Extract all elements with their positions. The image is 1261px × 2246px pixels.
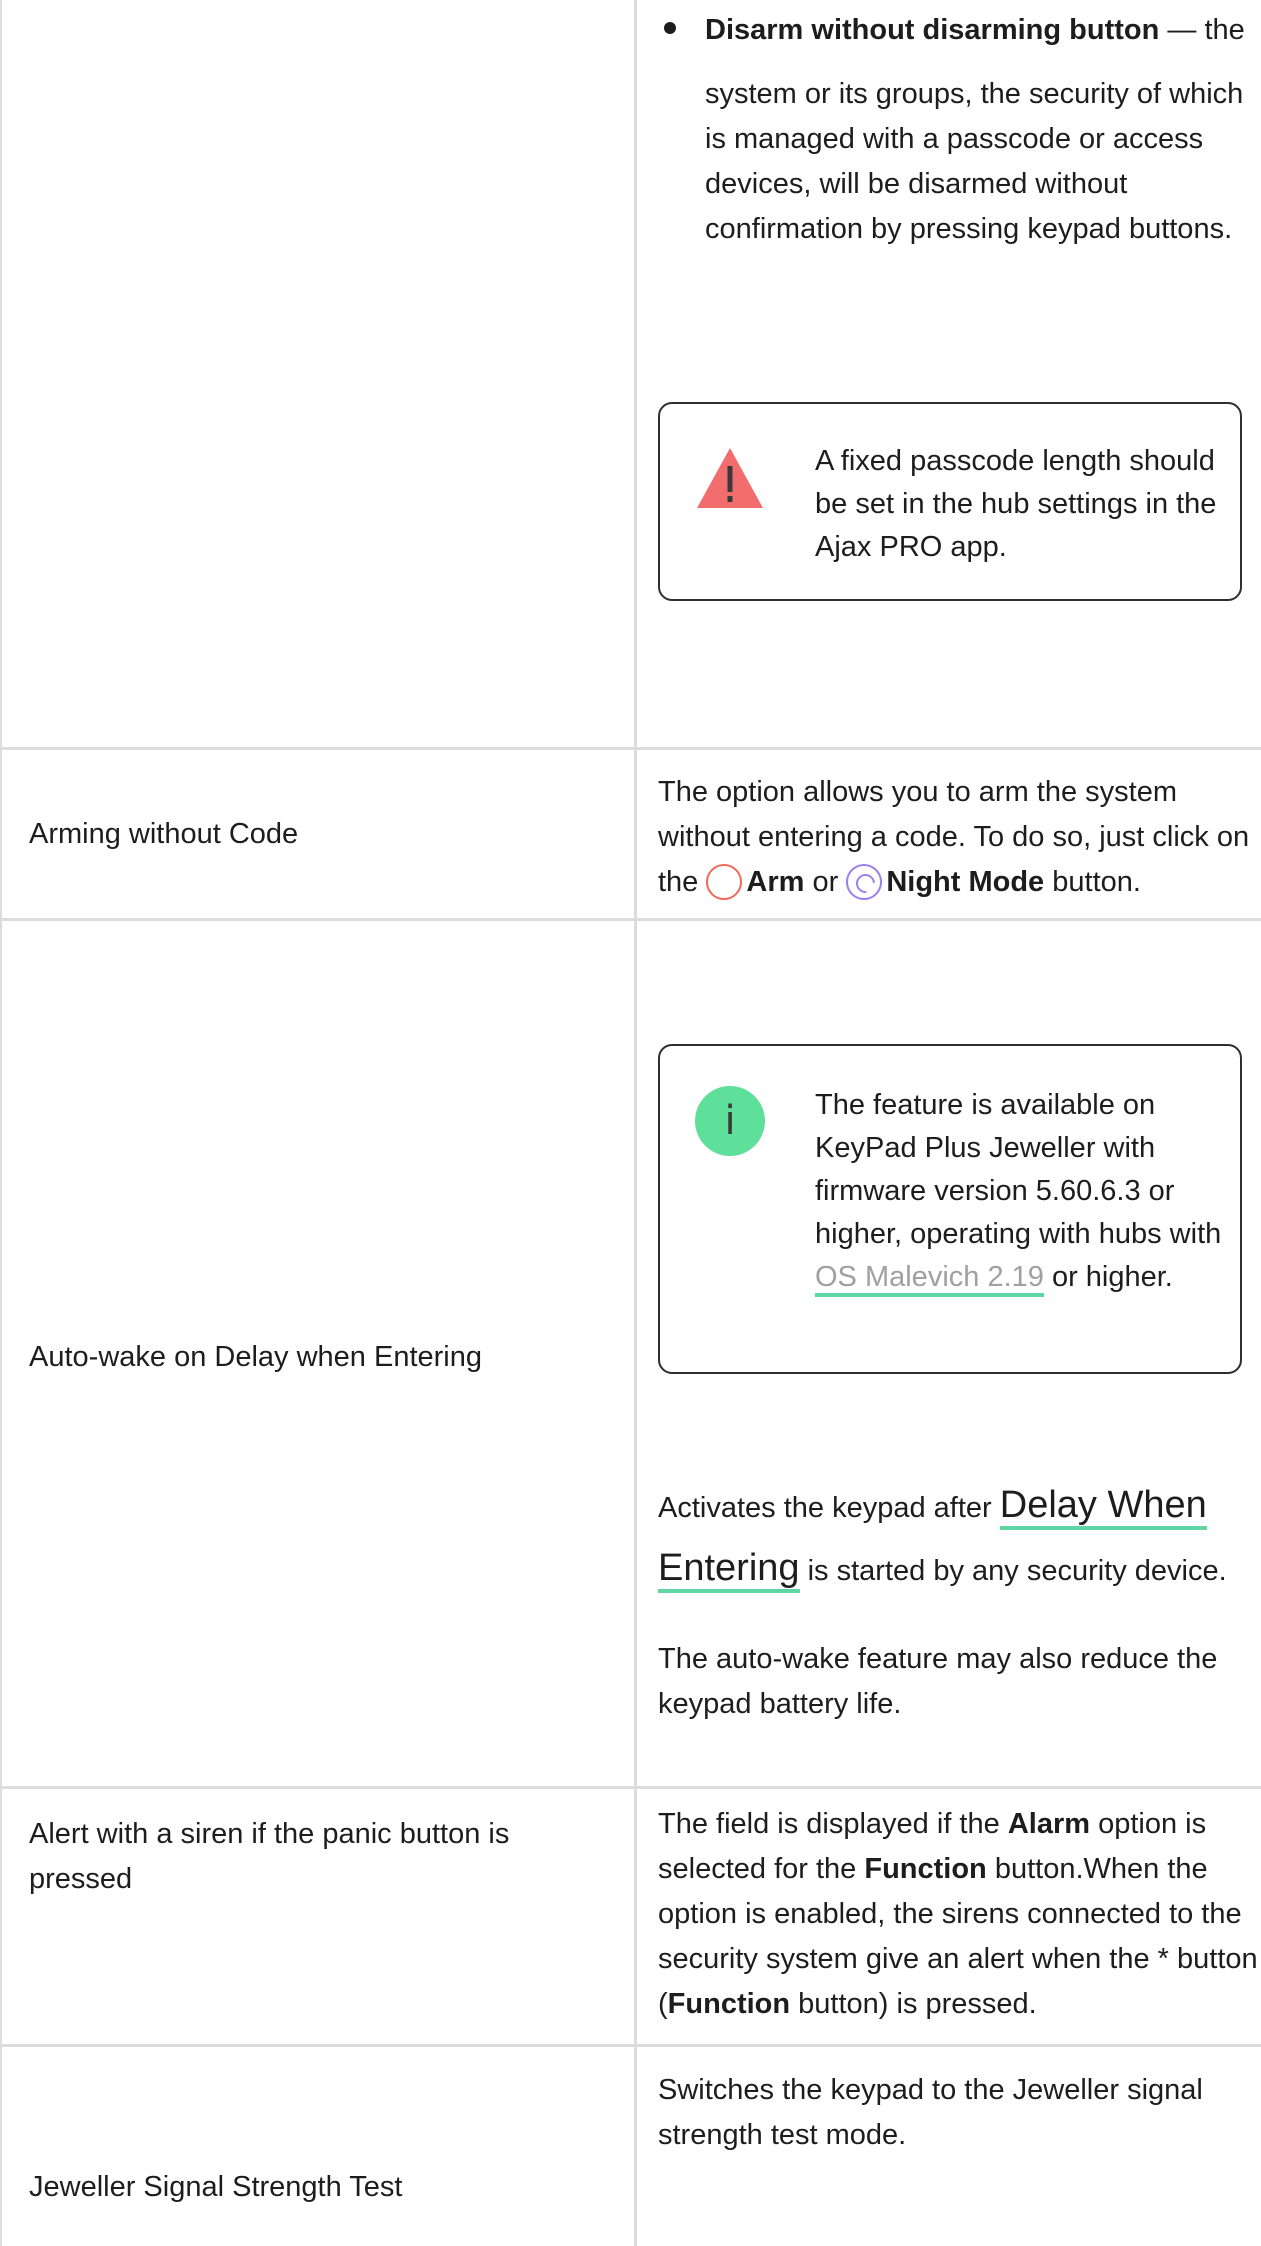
info-callout: i The feature is available on KeyPad Plu… [658, 1044, 1242, 1374]
info-text: The feature is available on KeyPad Plus … [815, 1084, 1225, 1299]
column-divider [634, 0, 637, 2246]
delay-when-entering-link[interactable]: Entering [658, 1547, 800, 1593]
bullet-dot [664, 22, 676, 34]
warning-text: A fixed passcode length should be set in… [815, 445, 1217, 563]
row-note: The auto-wake feature may also reduce th… [658, 1643, 1218, 1720]
row-description: The field is displayed if the Alarm opti… [658, 1808, 1258, 2020]
row-label: Alert with a siren if the panic button i… [29, 1818, 510, 1895]
bullet-heading: Disarm without disarming button — the [705, 14, 1245, 46]
bullet-text: system or its groups, the security of wh… [705, 78, 1244, 245]
row-description: The option allows you to arm the system … [658, 776, 1250, 900]
row-label: Jeweller Signal Strength Test [29, 2171, 403, 2203]
row-label: Arming without Code [29, 818, 299, 850]
row-divider [0, 1786, 1261, 1789]
row-label: Auto-wake on Delay when Entering [29, 1341, 482, 1373]
arm-icon [706, 864, 743, 900]
warning-callout: A fixed passcode length should be set in… [658, 402, 1242, 601]
row-description: Activates the keypad after Delay When En… [658, 1475, 1248, 1601]
row-divider [0, 747, 1261, 750]
info-icon: i [695, 1086, 765, 1156]
row-divider [0, 2044, 1261, 2047]
row-divider [0, 918, 1261, 921]
row-description: Switches the keypad to the Jeweller sign… [658, 2074, 1203, 2151]
delay-when-entering-link[interactable]: Delay When [999, 1484, 1207, 1530]
os-malevich-link[interactable]: OS Malevich 2.19 [815, 1261, 1044, 1297]
night-mode-icon [846, 864, 883, 900]
table-left-border [0, 0, 2, 2246]
warning-triangle-icon [697, 448, 763, 508]
